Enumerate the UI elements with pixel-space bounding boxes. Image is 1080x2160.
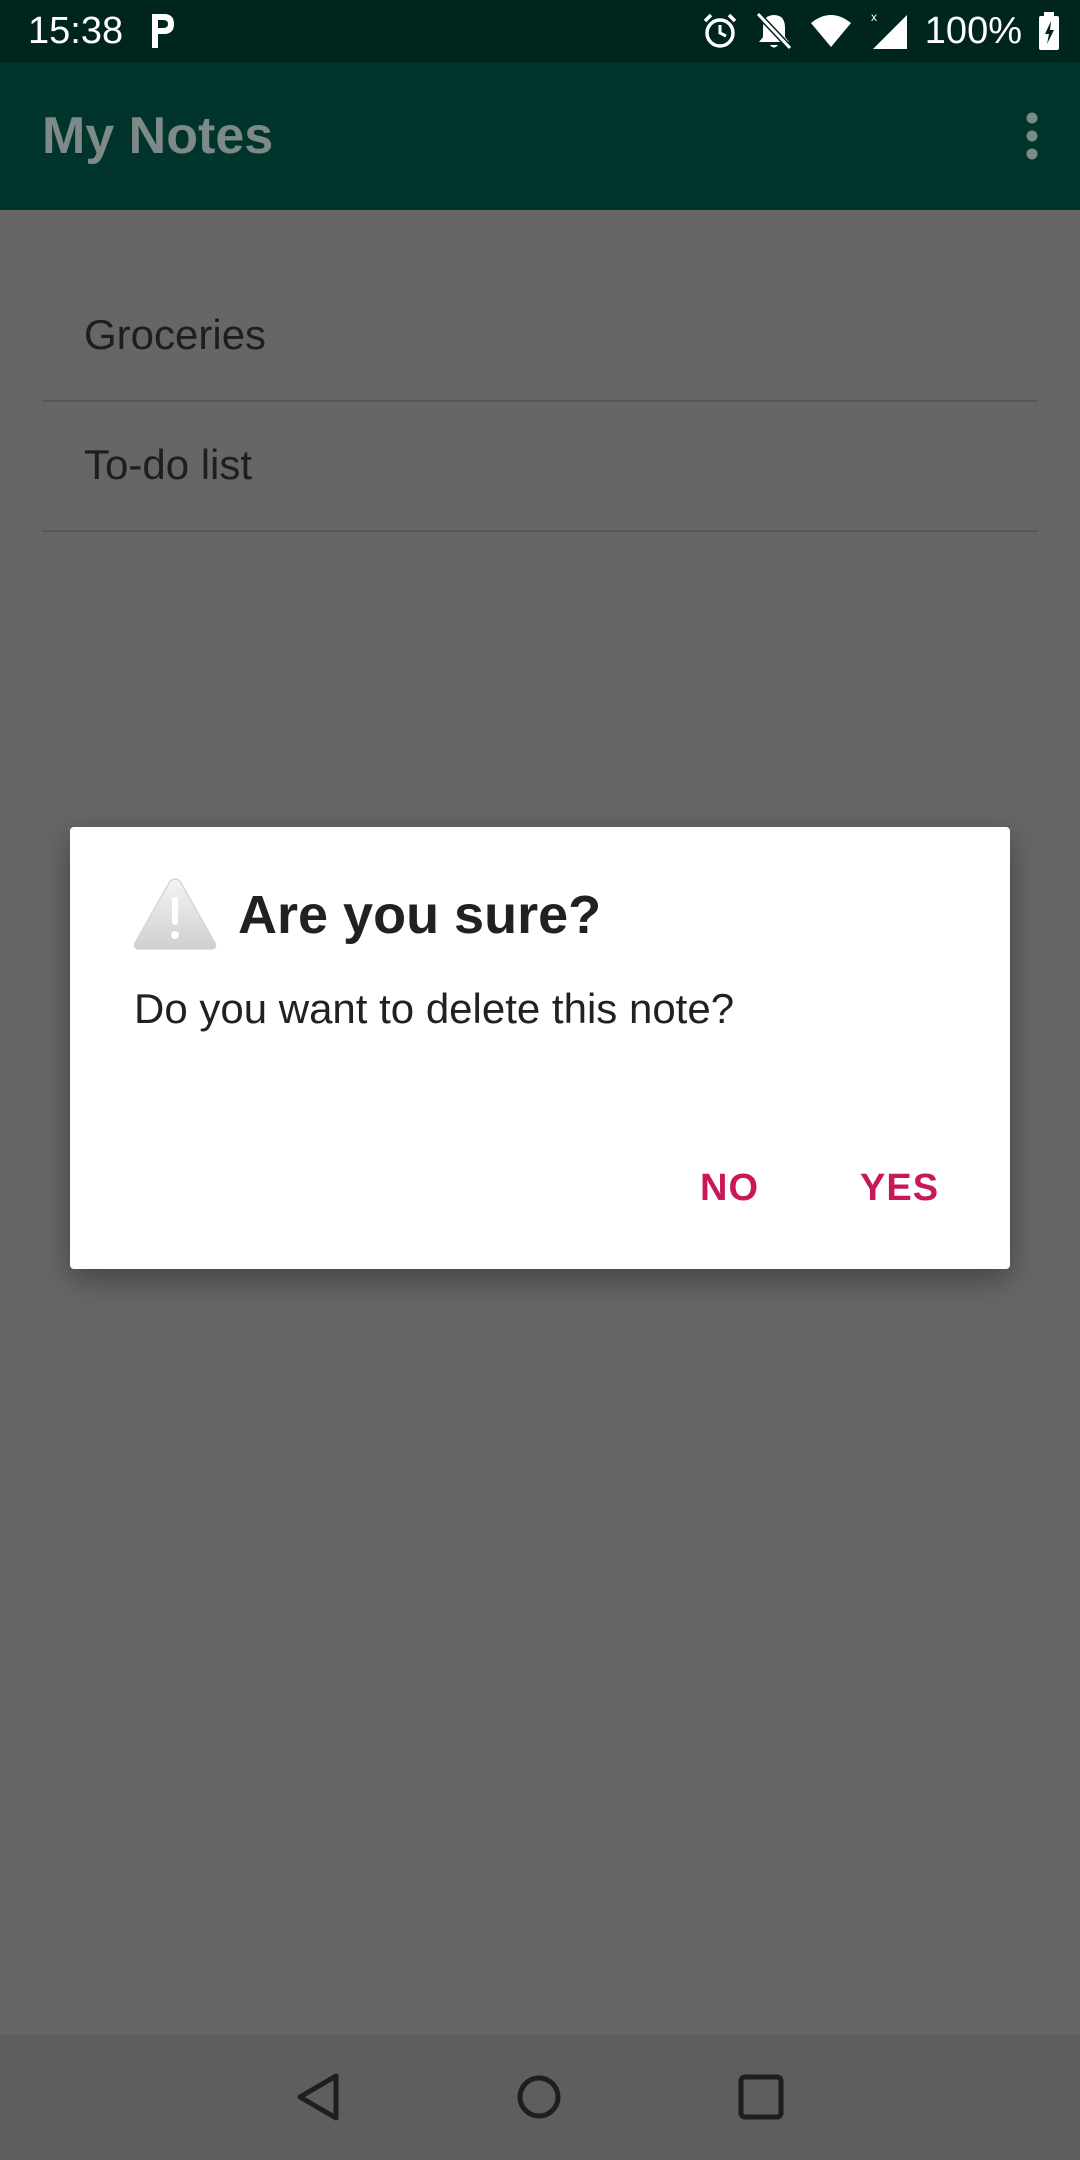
note-title: To-do list bbox=[84, 441, 253, 488]
app-title: My Notes bbox=[42, 107, 274, 165]
wifi-icon bbox=[809, 13, 853, 49]
recents-icon[interactable] bbox=[728, 2064, 794, 2130]
status-bar: 15:38 x 100% bbox=[0, 0, 1080, 62]
notes-list: Groceries To-do list bbox=[42, 210, 1038, 532]
navigation-bar bbox=[0, 2034, 1080, 2160]
no-button[interactable]: NO bbox=[690, 1157, 769, 1219]
home-icon[interactable] bbox=[506, 2064, 572, 2130]
yes-button[interactable]: YES bbox=[850, 1157, 949, 1219]
list-item[interactable]: Groceries bbox=[42, 210, 1038, 402]
back-icon[interactable] bbox=[286, 2064, 352, 2130]
signal-icon: x bbox=[869, 11, 909, 51]
note-title: Groceries bbox=[84, 311, 267, 358]
battery-charging-icon bbox=[1038, 11, 1060, 51]
status-time: 15:38 bbox=[28, 10, 124, 52]
dialog-message: Do you want to delete this note? bbox=[134, 985, 735, 1032]
list-item[interactable]: To-do list bbox=[42, 402, 1038, 532]
confirm-delete-dialog: Are you sure? Do you want to delete this… bbox=[70, 827, 1010, 1269]
status-icons: x 100% bbox=[701, 8, 1060, 54]
parking-icon bbox=[148, 10, 176, 50]
more-vert-icon[interactable] bbox=[1004, 106, 1060, 166]
app-bar: My Notes bbox=[0, 62, 1080, 210]
warning-icon bbox=[132, 875, 218, 953]
alarm-icon bbox=[701, 12, 739, 50]
svg-text:x: x bbox=[871, 11, 877, 24]
battery-percent: 100% bbox=[924, 10, 1022, 52]
dialog-title: Are you sure? bbox=[238, 885, 602, 945]
bell-off-icon bbox=[755, 11, 793, 51]
